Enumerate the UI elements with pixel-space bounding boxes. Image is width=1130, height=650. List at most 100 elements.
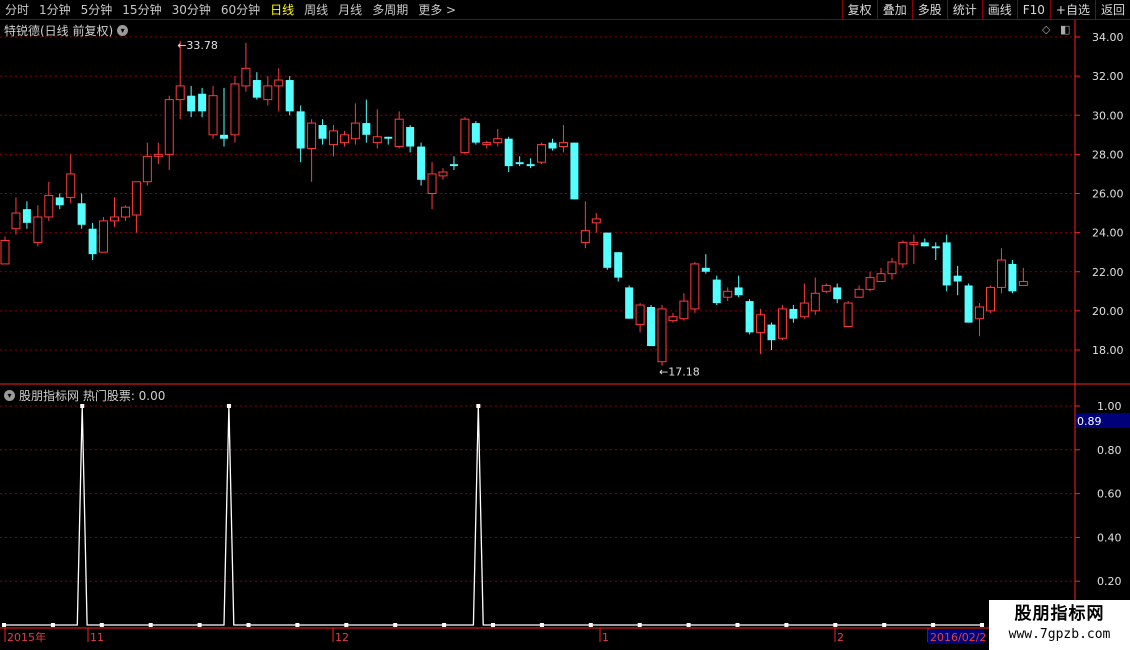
indicator-point: [735, 623, 740, 627]
candle-body-down: [318, 125, 327, 139]
candle-body-up: [131, 181, 141, 216]
candle-body-up: [996, 259, 1006, 288]
candle-body-down: [767, 324, 776, 341]
candle-body-up: [799, 302, 809, 318]
candle-body-up: [44, 194, 54, 218]
candle-body-down: [406, 126, 415, 147]
candle-body-up: [120, 206, 130, 218]
candle-body-down: [198, 93, 207, 112]
indicator-point: [931, 623, 936, 627]
candle-body-up: [142, 155, 152, 183]
candle-body-up: [241, 67, 251, 87]
indicator-point: [50, 623, 55, 627]
candle-body-down: [647, 306, 656, 347]
price-tick-label: 34.00: [1092, 31, 1124, 44]
date-label: 2: [837, 631, 844, 644]
date-label: 1: [602, 631, 609, 644]
low-price-marker: ←17.18: [659, 366, 700, 379]
candle-body-up: [372, 136, 382, 144]
indicator-tick-label: 0.60: [1097, 488, 1122, 501]
candle-body-up: [11, 212, 21, 230]
candle-body-up: [153, 153, 163, 157]
indicator-point: [686, 623, 691, 627]
candle-body-up: [350, 122, 360, 140]
candle-body-down: [471, 123, 480, 143]
candle-body-up: [99, 220, 109, 253]
indicator-point: [491, 623, 495, 627]
candle-body-up: [865, 277, 875, 290]
candle-body-up: [723, 290, 733, 298]
indicator-point: [99, 623, 104, 627]
candle-body-up: [635, 304, 645, 326]
candle-body-down: [789, 308, 798, 319]
candle-body-up: [876, 273, 886, 283]
candle-body-up: [810, 292, 820, 312]
chart-canvas[interactable]: 18.00 20.00 22.00 24.00 26.00 28.00 30.00 32.00…: [0, 0, 1130, 650]
indicator-point: [246, 623, 251, 627]
candle-body-up: [339, 134, 349, 144]
candle-body-up: [679, 300, 689, 320]
candle-body-down: [953, 275, 962, 282]
cursor-value-label: 0.89: [1077, 415, 1102, 428]
candle-body-up: [66, 173, 76, 198]
candle-body-up: [164, 99, 174, 155]
indicator-point: [784, 623, 789, 627]
candle-body-up: [0, 239, 10, 265]
candle-body-up: [482, 142, 492, 146]
high-price-marker: ←33.78: [177, 39, 218, 52]
candle-body-down: [603, 232, 612, 268]
candle-body-up: [657, 308, 667, 363]
candle-body-up: [756, 314, 766, 333]
candle-body-up: [986, 286, 995, 312]
candle-body-up: [493, 138, 503, 144]
candle-body-up: [1018, 281, 1028, 286]
candle-body-down: [296, 111, 305, 149]
candle-body-down: [920, 242, 929, 247]
candle-body-up: [668, 316, 678, 322]
candle-body-up: [777, 308, 787, 339]
candle-body-down: [449, 164, 458, 167]
candle-body-down: [187, 95, 196, 112]
price-tick-label: 20.00: [1092, 305, 1124, 318]
candle-body-down: [220, 134, 228, 139]
candle-body-down: [55, 197, 64, 206]
candle-body-down: [833, 287, 842, 300]
price-tick-label: 28.00: [1092, 148, 1124, 161]
candle-body-up: [394, 118, 404, 148]
candle-body-up: [307, 122, 317, 150]
candle-body-up: [854, 288, 864, 298]
candle-body-up: [329, 130, 338, 146]
candle-body-up: [898, 241, 908, 265]
indicator-point: [344, 623, 349, 627]
indicator-tick-label: 0.20: [1097, 575, 1122, 588]
indicator-point: [539, 623, 544, 627]
watermark-url: www.7gpzb.com: [1008, 627, 1111, 642]
indicator-point: [882, 623, 887, 627]
candle-body-down: [384, 136, 393, 139]
candle-body-up: [909, 241, 919, 245]
site-watermark: 股朋指标网 www.7gpzb.com: [989, 600, 1130, 650]
candle-body-down: [548, 142, 557, 149]
candle-body-up: [230, 83, 240, 136]
candle-body-down: [1008, 263, 1017, 292]
candle-body-down: [526, 164, 535, 167]
date-label: 11: [90, 631, 104, 644]
date-label: 2015年: [7, 630, 46, 644]
candle-body-up: [274, 79, 284, 87]
candle-body-down: [362, 123, 371, 135]
candle-body-down: [701, 267, 710, 272]
indicator-line: [4, 405, 982, 626]
candle-body-up: [427, 173, 437, 194]
price-tick-label: 32.00: [1092, 70, 1124, 83]
indicator-point: [588, 623, 593, 627]
price-tick-label: 24.00: [1092, 227, 1124, 240]
candle-body-down: [504, 138, 513, 167]
indicator-point: [393, 623, 398, 627]
indicator-point: [226, 404, 231, 408]
candle-body-up: [263, 85, 273, 101]
candle-body-up: [975, 306, 985, 320]
candle-body-up: [537, 144, 547, 163]
price-tick-label: 26.00: [1092, 188, 1124, 201]
date-label: 12: [335, 631, 349, 644]
price-tick-label: 18.00: [1092, 344, 1124, 357]
